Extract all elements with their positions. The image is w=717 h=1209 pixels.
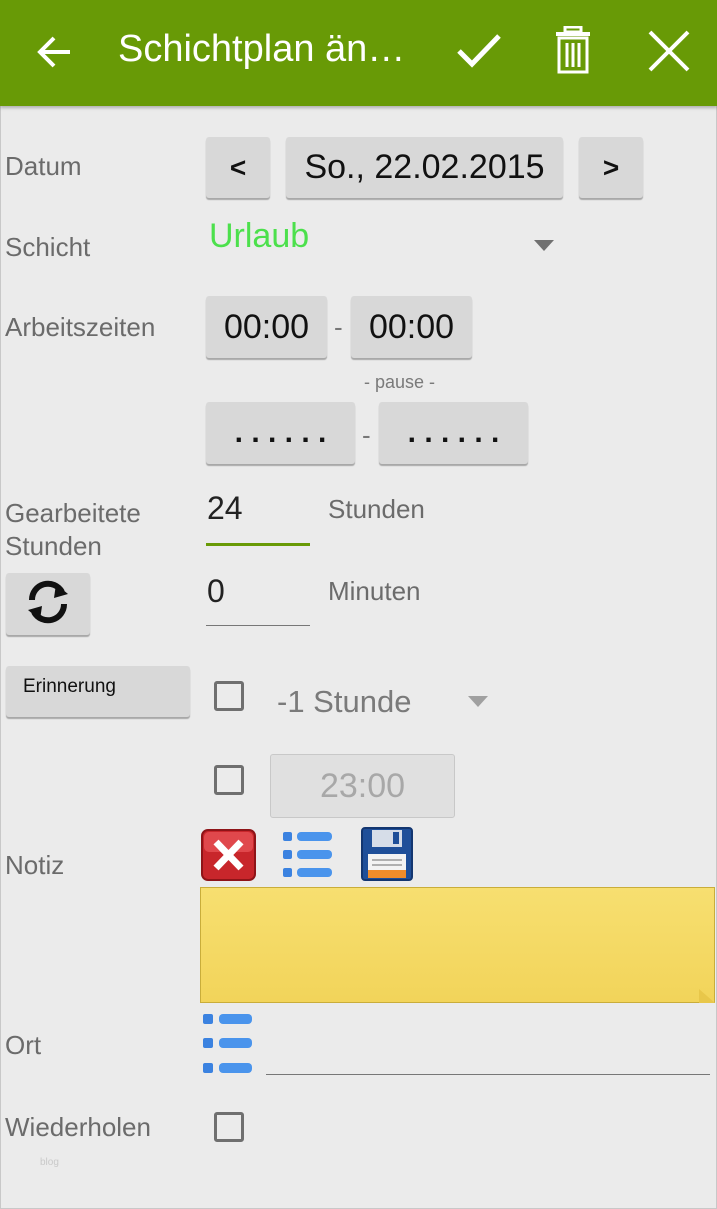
shift-select[interactable]: Urlaub [206, 214, 566, 264]
minutes-unit: Minuten [328, 576, 421, 606]
start-time-button[interactable]: 00:00 [206, 296, 327, 358]
note-page-curl [699, 989, 715, 1003]
shift-value: Urlaub [209, 217, 310, 255]
check-icon[interactable] [456, 32, 502, 73]
date-label: Datum [5, 151, 82, 181]
reminder-button[interactable]: Erinnerung [6, 666, 190, 717]
location-underline [266, 1074, 710, 1075]
reminder-offset-value: -1 Stunde [277, 684, 412, 719]
work-times-label: Arbeitszeiten [5, 312, 156, 342]
reminder-offset-select[interactable]: -1 Stunde [270, 680, 500, 724]
close-icon[interactable] [648, 30, 690, 77]
hours-input[interactable]: 24 [206, 484, 310, 548]
end-time-button[interactable]: 00:00 [351, 296, 472, 358]
prev-date-button[interactable]: < [206, 137, 270, 198]
app-bar: Schichtplan än… [0, 0, 717, 106]
repeat-checkbox[interactable] [214, 1112, 244, 1142]
page-title: Schichtplan än… [118, 28, 406, 70]
location-label: Ort [5, 1030, 42, 1060]
note-textarea[interactable] [200, 887, 715, 1003]
time-separator: - [334, 312, 343, 342]
arrow-left-icon[interactable] [36, 30, 74, 79]
reminder-offset-checkbox[interactable] [214, 681, 244, 711]
location-input[interactable] [266, 1030, 710, 1076]
delete-red-x-icon[interactable] [201, 829, 256, 886]
shift-label: Schicht [5, 232, 91, 262]
list-icon[interactable] [201, 1010, 255, 1085]
chevron-down-icon [468, 696, 488, 707]
floppy-save-icon[interactable] [360, 826, 414, 887]
hours-value: 24 [207, 490, 243, 526]
worked-hours-label: Gearbeitete Stunden [5, 498, 141, 561]
repeat-label: Wiederholen [5, 1112, 151, 1142]
pause-start-button[interactable]: . . . . . . [206, 402, 355, 464]
reminder-time-checkbox[interactable] [214, 765, 244, 795]
trash-icon[interactable] [554, 25, 592, 79]
list-icon[interactable] [281, 829, 335, 886]
pause-separator: - [362, 420, 371, 450]
minutes-input[interactable]: 0 [206, 567, 310, 629]
hours-underline [206, 543, 310, 546]
pause-label: - pause - [364, 372, 436, 392]
date-picker-button[interactable]: So., 22.02.2015 [286, 137, 563, 198]
note-label: Notiz [5, 850, 65, 880]
reminder-button-label: Erinnerung [23, 676, 116, 697]
chevron-down-icon [534, 240, 554, 251]
next-date-button[interactable]: > [579, 137, 643, 198]
watermark: blog [40, 1157, 59, 1168]
refresh-icon [24, 580, 72, 629]
refresh-button[interactable] [6, 573, 90, 635]
pause-end-button[interactable]: . . . . . . [379, 402, 528, 464]
hours-unit: Stunden [328, 494, 425, 524]
minutes-value: 0 [207, 573, 225, 609]
reminder-time-button[interactable]: 23:00 [270, 754, 455, 818]
minutes-underline [206, 625, 310, 626]
